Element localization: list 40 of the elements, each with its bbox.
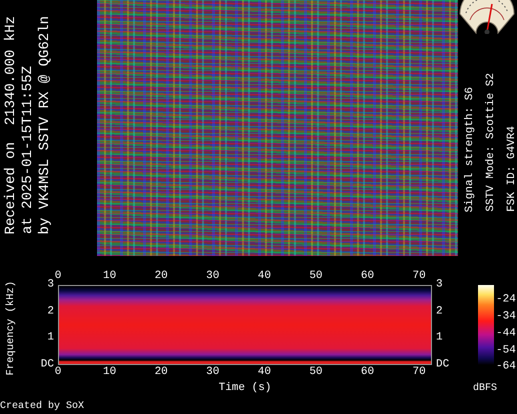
tick-label: 0 — [54, 271, 62, 282]
axis-label: Frequency (kHz) — [6, 280, 16, 376]
tick-label: -64 — [496, 362, 516, 373]
tick-label: DC — [436, 360, 450, 370]
unit-label: dBFS — [473, 382, 498, 394]
signal-info-text: FSK ID: G4VR4 — [507, 126, 517, 212]
reception-info-text: Received on 21340.000 kHz — [4, 16, 18, 234]
tick-label: 30 — [206, 367, 220, 378]
tick-label: 2 — [47, 306, 54, 318]
tick-label: 1 — [47, 332, 54, 344]
s-meter-drawing — [458, 0, 516, 34]
tick-label: -24 — [496, 294, 516, 306]
axis-label: Time (s) — [218, 382, 272, 394]
signal-info-text: Signal strength: S6 — [465, 86, 476, 212]
tick-label: 10 — [102, 367, 116, 378]
tick-label: 1 — [436, 332, 443, 344]
tick-label: 40 — [258, 367, 271, 378]
tick-label: 2 — [436, 306, 443, 318]
tick-label: 60 — [360, 367, 374, 378]
tick-label: 50 — [309, 271, 323, 282]
signal-info-text: SSTV Mode: Scottie S2 — [486, 73, 497, 212]
tick-label: -34 — [496, 312, 516, 322]
tick-label: 0 — [54, 367, 62, 378]
tick-label: 3 — [436, 280, 443, 290]
tick-label: 40 — [258, 271, 271, 282]
tick-label: 70 — [412, 367, 426, 378]
footer-text: Created by SoX — [0, 401, 84, 412]
reception-info-text: at 2025-01-15T11:55Z — [21, 66, 35, 234]
tick-label: -54 — [496, 345, 516, 356]
tick-label: -44 — [496, 328, 516, 340]
tick-label: 50 — [309, 367, 323, 378]
reception-info-text: by VK4MSL SSTV RX @ QG62ln — [38, 16, 52, 234]
tick-label: 60 — [360, 271, 374, 282]
tick-label: 70 — [412, 271, 426, 282]
tick-label: 3 — [47, 280, 54, 290]
tick-label: 20 — [154, 367, 168, 378]
tick-label: 20 — [154, 271, 168, 282]
tick-label: 30 — [206, 271, 220, 282]
tick-label: DC — [40, 360, 54, 370]
tick-label: 10 — [102, 271, 116, 282]
